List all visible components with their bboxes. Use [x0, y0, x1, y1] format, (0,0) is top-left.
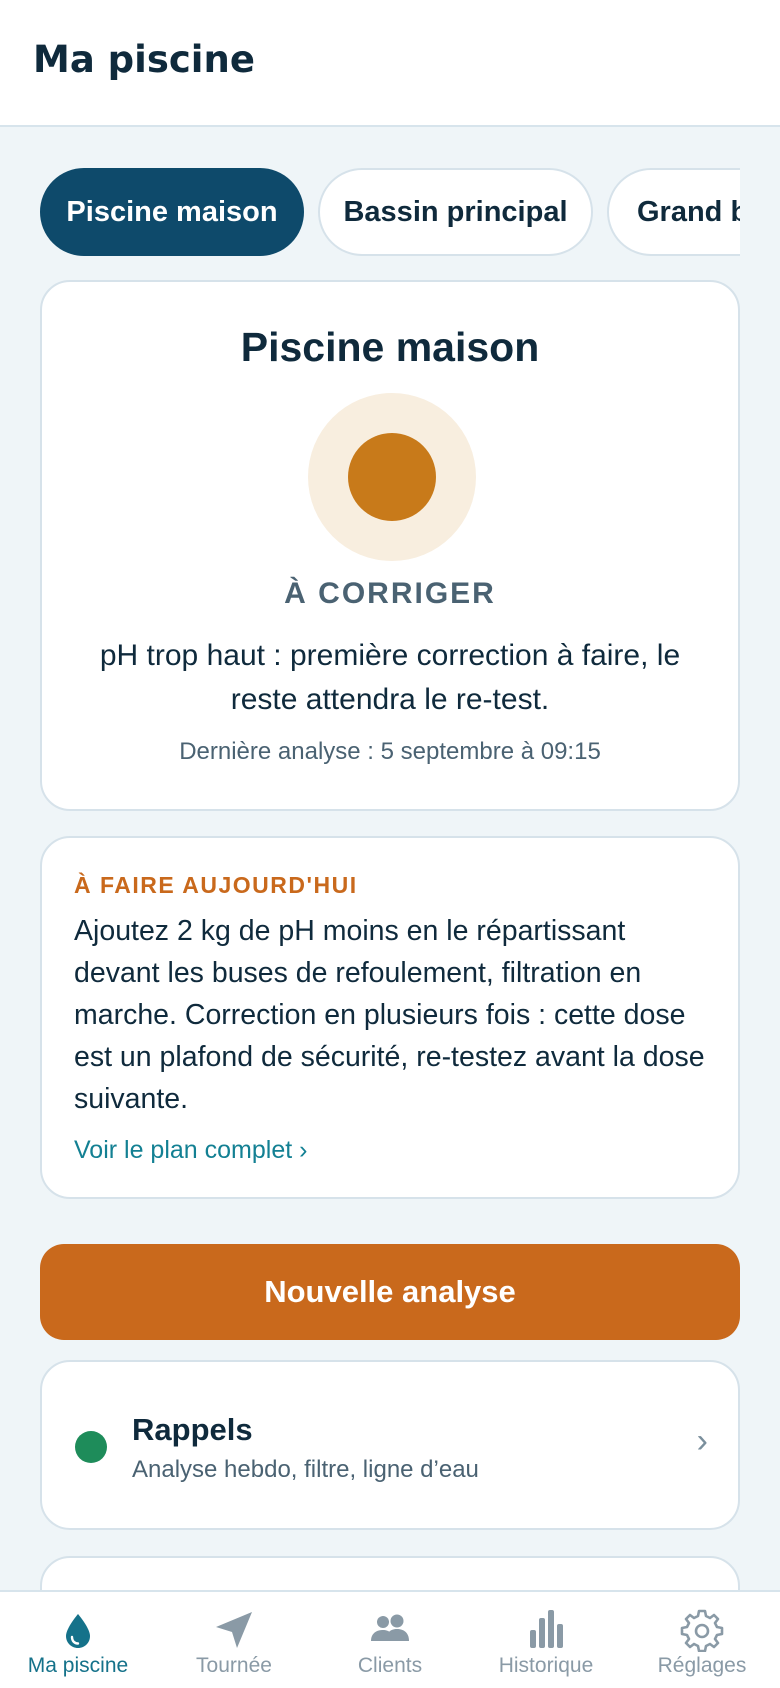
reminders-subtitle: Analyse hebdo, filtre, ligne d’eau	[132, 1456, 479, 1483]
bar-chart-icon	[530, 1610, 563, 1648]
todo-card: À FAIRE AUJOURD'HUI Ajoutez 2 kg de pH m…	[40, 836, 740, 1199]
reminders-card[interactable]: Rappels Analyse hebdo, filtre, ligne d’e…	[40, 1360, 740, 1530]
tab-piscine-maison[interactable]: Piscine maison	[40, 168, 304, 256]
nav-label: Ma piscine	[27, 1654, 129, 1677]
water-drop-icon	[66, 1614, 90, 1648]
nav-item-reglages[interactable]: Réglages	[624, 1592, 780, 1688]
nav-label: Historique	[498, 1654, 594, 1677]
reminder-status-dot	[75, 1431, 107, 1463]
pool-name: Piscine maison	[240, 324, 540, 370]
todo-heading: À FAIRE AUJOURD'HUI	[74, 872, 358, 898]
status-label: À CORRIGER	[284, 577, 496, 610]
tab-grand-bassin[interactable]: Grand bassin	[607, 168, 740, 256]
new-analysis-button[interactable]: Nouvelle analyse	[40, 1244, 740, 1340]
todo-text: Ajoutez 2 kg de pH moins en le répartiss…	[74, 915, 705, 1115]
nav-label: Tournée	[196, 1654, 272, 1677]
pool-tabs: Piscine maisonBassin principalGrand bass…	[40, 168, 740, 256]
status-indicator-dot	[348, 433, 436, 521]
nav-item-historique[interactable]: Historique	[468, 1592, 624, 1688]
reminders-title: Rappels	[132, 1412, 253, 1447]
status-card: Piscine maison À CORRIGER pH trop haut :…	[40, 280, 740, 811]
status-message: pH trop haut : première correction à fai…	[99, 639, 681, 716]
nav-item-ma-piscine[interactable]: Ma piscine	[0, 1592, 156, 1688]
page-title: Ma piscine	[33, 38, 255, 81]
gear-icon	[680, 1609, 724, 1652]
app-header: Ma piscine	[0, 0, 780, 127]
nav-item-clients[interactable]: Clients	[312, 1592, 468, 1688]
people-icon	[371, 1614, 409, 1641]
nav-label: Clients	[357, 1654, 423, 1677]
tab-bassin-principal[interactable]: Bassin principal	[318, 168, 593, 256]
navigation-arrow-icon	[216, 1612, 252, 1648]
full-plan-link[interactable]: Voir le plan complet ›	[74, 1136, 307, 1165]
nav-label: Réglages	[657, 1654, 747, 1677]
nav-item-tournee[interactable]: Tournée	[156, 1592, 312, 1688]
bottom-nav: Ma piscine Tournée Clients Historique Ré…	[0, 1590, 780, 1688]
chevron-right-icon: ›	[696, 1422, 708, 1460]
last-analysis-date: Dernière analyse : 5 septembre à 09:15	[179, 738, 601, 765]
